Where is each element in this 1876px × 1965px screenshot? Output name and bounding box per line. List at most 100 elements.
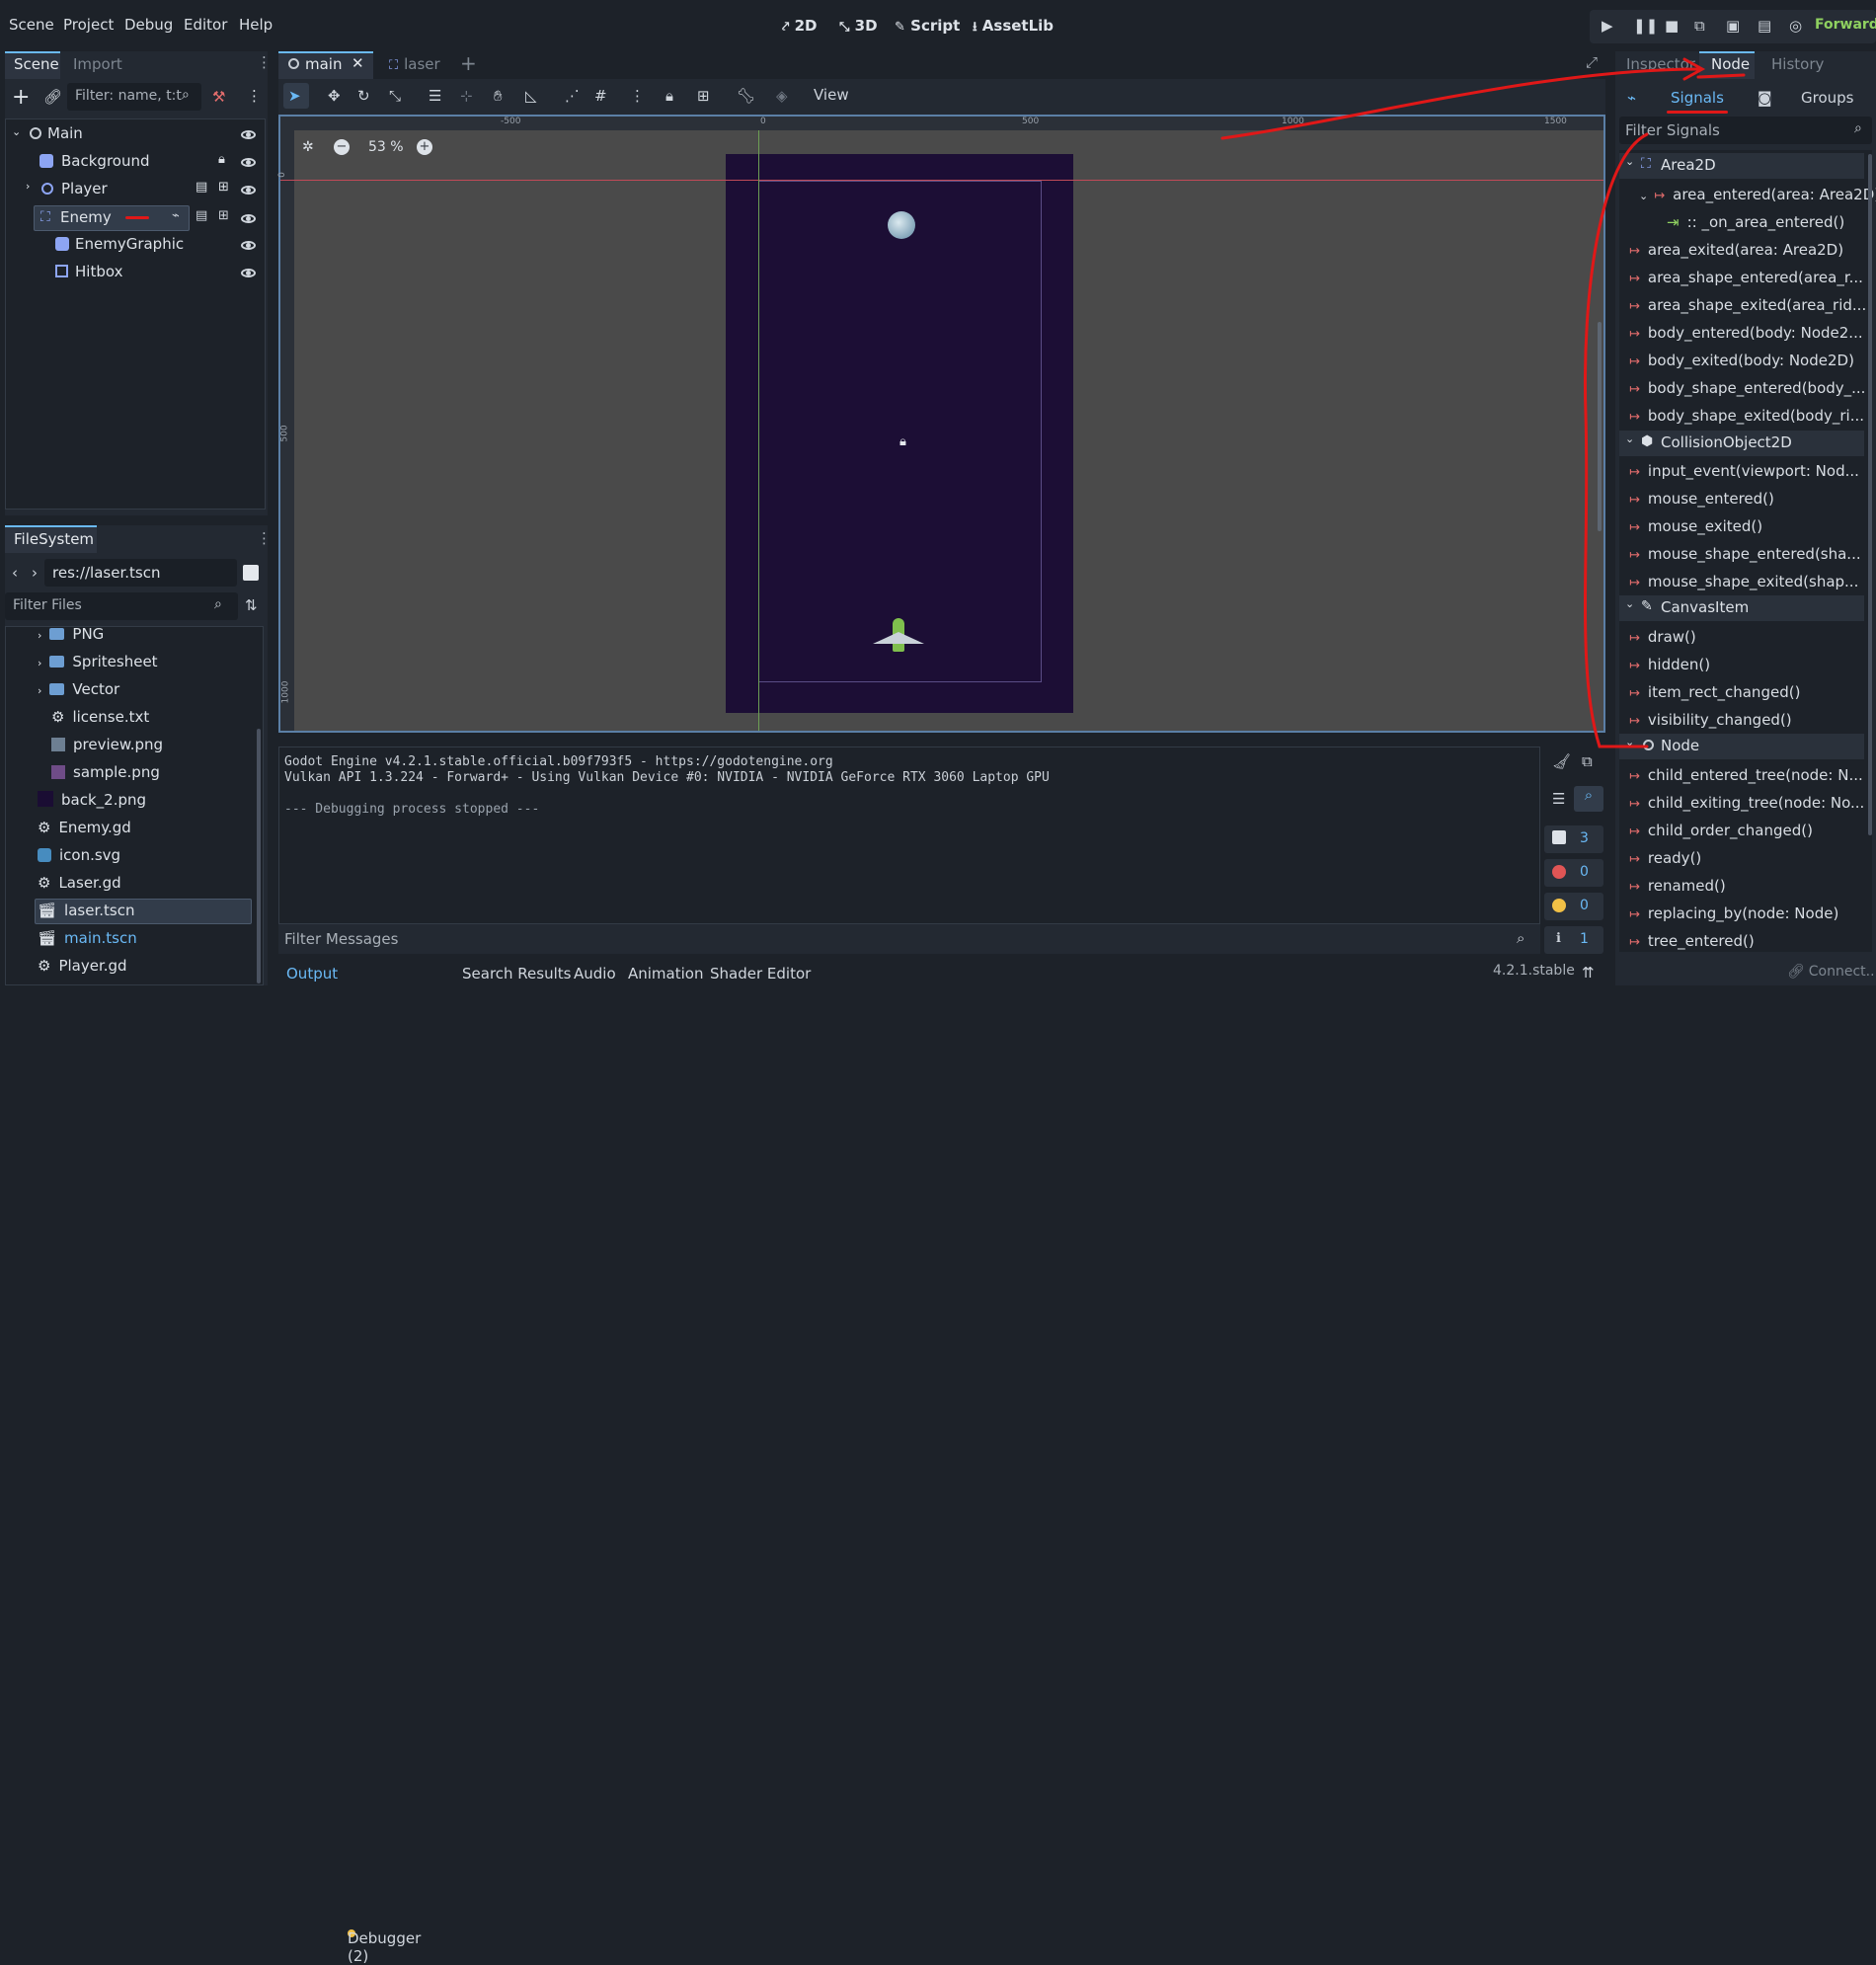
filter-script-icon[interactable]: ⚒ — [212, 88, 225, 106]
enemy-sprite[interactable] — [888, 211, 915, 239]
visibility-icon[interactable] — [241, 130, 256, 139]
tab-shader-editor[interactable]: Shader Editor — [710, 965, 811, 982]
workspace-assetlib[interactable]: ⭳ AssetLib — [973, 17, 1054, 39]
signal-body-entered[interactable]: ↦ body_entered(body: Node2... — [1629, 324, 1863, 342]
pause-icon[interactable]: ❚❚ — [1633, 17, 1658, 35]
signal-mouse-exited[interactable]: ↦ mouse_exited() — [1629, 517, 1762, 535]
connect-button[interactable]: 🔗︎ Connect... — [1787, 964, 1876, 980]
tab-animation[interactable]: Animation — [628, 965, 703, 982]
tab-output[interactable]: Output — [286, 965, 338, 982]
scene-menu-icon[interactable]: ⋮ — [247, 87, 262, 105]
signals-subtab[interactable]: ⌁ Signals — [1627, 87, 1756, 114]
file-item-player-gd[interactable]: ⚙ Player.gd — [38, 957, 127, 982]
file-item-png[interactable]: › PNG — [38, 625, 104, 651]
play-custom-scene-icon[interactable]: ▤ — [1758, 17, 1771, 35]
player-sprite[interactable] — [873, 618, 924, 654]
group-icon[interactable]: ⊞ — [697, 87, 710, 105]
tree-node-hitbox[interactable]: Hitbox — [12, 261, 259, 286]
view-menu[interactable]: View — [806, 83, 851, 109]
signal-category-area2d[interactable]: ⌄ ⛶ Area2D — [1619, 153, 1864, 179]
add-tab-icon[interactable]: + — [460, 51, 477, 75]
workspace-script[interactable]: ✎ Script — [895, 17, 960, 35]
signal-body-exited[interactable]: ↦ body_exited(body: Node2D) — [1629, 352, 1854, 369]
signal-body-shape-exited[interactable]: ↦ body_shape_exited(body_ri... — [1629, 407, 1864, 425]
file-item-enemy-gd[interactable]: ⚙ Enemy.gd — [38, 819, 131, 844]
signal-child-order-changed[interactable]: ↦ child_order_changed() — [1629, 822, 1813, 839]
center-view-icon[interactable]: ✲ — [302, 139, 314, 155]
error-count-badge[interactable]: 0 — [1544, 859, 1603, 887]
tree-node-enemy[interactable]: ⛶ Enemy — [34, 205, 190, 231]
play-icon[interactable]: ▶ — [1602, 17, 1613, 35]
signal-visibility-changed[interactable]: ↦ visibility_changed() — [1629, 711, 1792, 729]
signal-mouse-shape-exited[interactable]: ↦ mouse_shape_exited(shap... — [1629, 573, 1858, 590]
file-item-sample[interactable]: sample.png — [51, 763, 160, 789]
group-icon[interactable]: ⊞ — [218, 208, 229, 223]
visibility-icon[interactable] — [241, 269, 256, 277]
signal-tree-scrollbar[interactable] — [1868, 154, 1872, 835]
signal-tree-entered[interactable]: ↦ tree_entered() — [1629, 932, 1755, 950]
back-arrow-icon[interactable]: ‹ — [12, 564, 18, 582]
tree-node-background[interactable]: Background 🔒︎ — [12, 150, 259, 176]
copy-output-icon[interactable]: ⧉ — [1582, 752, 1593, 770]
signal-category-collisionobject2d[interactable]: ⌄ ⬢ CollisionObject2D — [1619, 431, 1864, 456]
distraction-free-icon[interactable]: ⤢ — [1586, 53, 1598, 71]
smart-snap-icon[interactable]: ⋰ — [565, 87, 580, 105]
menu-debug[interactable]: Debug — [124, 16, 173, 34]
stop-icon[interactable]: ■ — [1665, 17, 1679, 35]
file-item-spritesheet[interactable]: › Spritesheet — [38, 653, 158, 678]
file-item-laser-gd[interactable]: ⚙ Laser.gd — [38, 874, 121, 900]
link-icon[interactable]: 🔗︎ — [43, 88, 62, 106]
signal-area-shape-exited[interactable]: ↦ area_shape_exited(area_rid... — [1629, 296, 1866, 314]
pan-icon[interactable]: ✋︎ — [494, 87, 503, 105]
play-scene-icon[interactable]: ▣ — [1726, 17, 1740, 35]
bone-icon[interactable]: 🦴︎ — [737, 87, 755, 105]
signal-category-canvasitem[interactable]: ⌄ ✎ CanvasItem — [1619, 595, 1864, 621]
signal-input-event[interactable]: ↦ input_event(viewport: Nod... — [1629, 462, 1859, 480]
editor-message-count-badge[interactable]: ℹ1 — [1544, 926, 1603, 954]
zoom-level[interactable]: 53 % — [368, 139, 404, 155]
dock-menu-icon[interactable]: ⋮ — [257, 529, 272, 547]
scene-filter-input[interactable]: Filter: name, t:t ⌕ — [67, 83, 201, 111]
message-count-badge[interactable]: 3 — [1544, 825, 1603, 853]
renderer-label[interactable]: Forward+ — [1815, 17, 1876, 33]
split-view-icon[interactable] — [243, 565, 259, 581]
lock-icon[interactable]: 🔒︎ — [218, 152, 225, 167]
remote-debug-icon[interactable]: ⧉ — [1694, 17, 1705, 35]
pivot-icon[interactable]: ⊹ — [460, 87, 473, 105]
close-tab-icon[interactable]: ✕ — [352, 54, 364, 72]
script-attached-icon[interactable]: ▤ — [195, 208, 207, 223]
tab-history[interactable]: History — [1771, 55, 1824, 73]
signal-replacing-by[interactable]: ↦ replacing_by(node: Node) — [1629, 904, 1838, 922]
tab-search-results[interactable]: Search Results — [462, 965, 571, 982]
file-item-back2[interactable]: back_2.png — [38, 791, 146, 817]
pin-panel-icon[interactable]: ⇈ — [1582, 964, 1595, 982]
tab-inspector[interactable]: Inspector — [1626, 55, 1695, 73]
clear-output-icon[interactable]: 🧹︎ — [1552, 752, 1571, 770]
tree-node-player[interactable]: › Player ▤ ⊞ — [12, 178, 259, 203]
dock-menu-icon[interactable]: ⋮ — [257, 53, 272, 71]
file-item-main-tscn[interactable]: 🎬︎ main.tscn — [38, 929, 137, 955]
signal-ready[interactable]: ↦ ready() — [1629, 849, 1701, 867]
menu-project[interactable]: Project — [63, 16, 114, 34]
file-item-vector[interactable]: › Vector — [38, 680, 119, 706]
visibility-icon[interactable] — [241, 214, 256, 223]
visibility-icon[interactable] — [241, 158, 256, 167]
warning-count-badge[interactable]: 0 — [1544, 893, 1603, 920]
rotate-icon[interactable]: ↻ — [357, 87, 370, 105]
group-icon[interactable]: ⊞ — [218, 180, 229, 195]
tab-laser[interactable]: ⛶ laser — [389, 55, 440, 73]
groups-subtab[interactable]: ◙ Groups — [1758, 87, 1866, 113]
signal-area-exited[interactable]: ↦ area_exited(area: Area2D) — [1629, 241, 1843, 259]
signal-area-shape-entered[interactable]: ↦ area_shape_entered(area_r... — [1629, 269, 1863, 286]
visibility-icon[interactable] — [241, 241, 256, 250]
viewport-scrollbar[interactable] — [1598, 322, 1602, 531]
movie-maker-icon[interactable]: ◎ — [1789, 17, 1802, 35]
version-label[interactable]: 4.2.1.stable — [1493, 963, 1575, 979]
snap-menu-icon[interactable]: ⋮ — [630, 87, 645, 105]
output-filter-input[interactable]: Filter Messages ⌕ — [278, 924, 1540, 954]
signal-connection[interactable]: ⇥:: _on_area_entered() — [1667, 213, 1844, 231]
forward-arrow-icon[interactable]: › — [32, 564, 38, 582]
search-toggle-button[interactable]: ⌕ — [1574, 786, 1603, 812]
zoom-out-icon[interactable]: − — [334, 139, 350, 155]
signal-icon[interactable]: ⌁ — [172, 208, 180, 223]
